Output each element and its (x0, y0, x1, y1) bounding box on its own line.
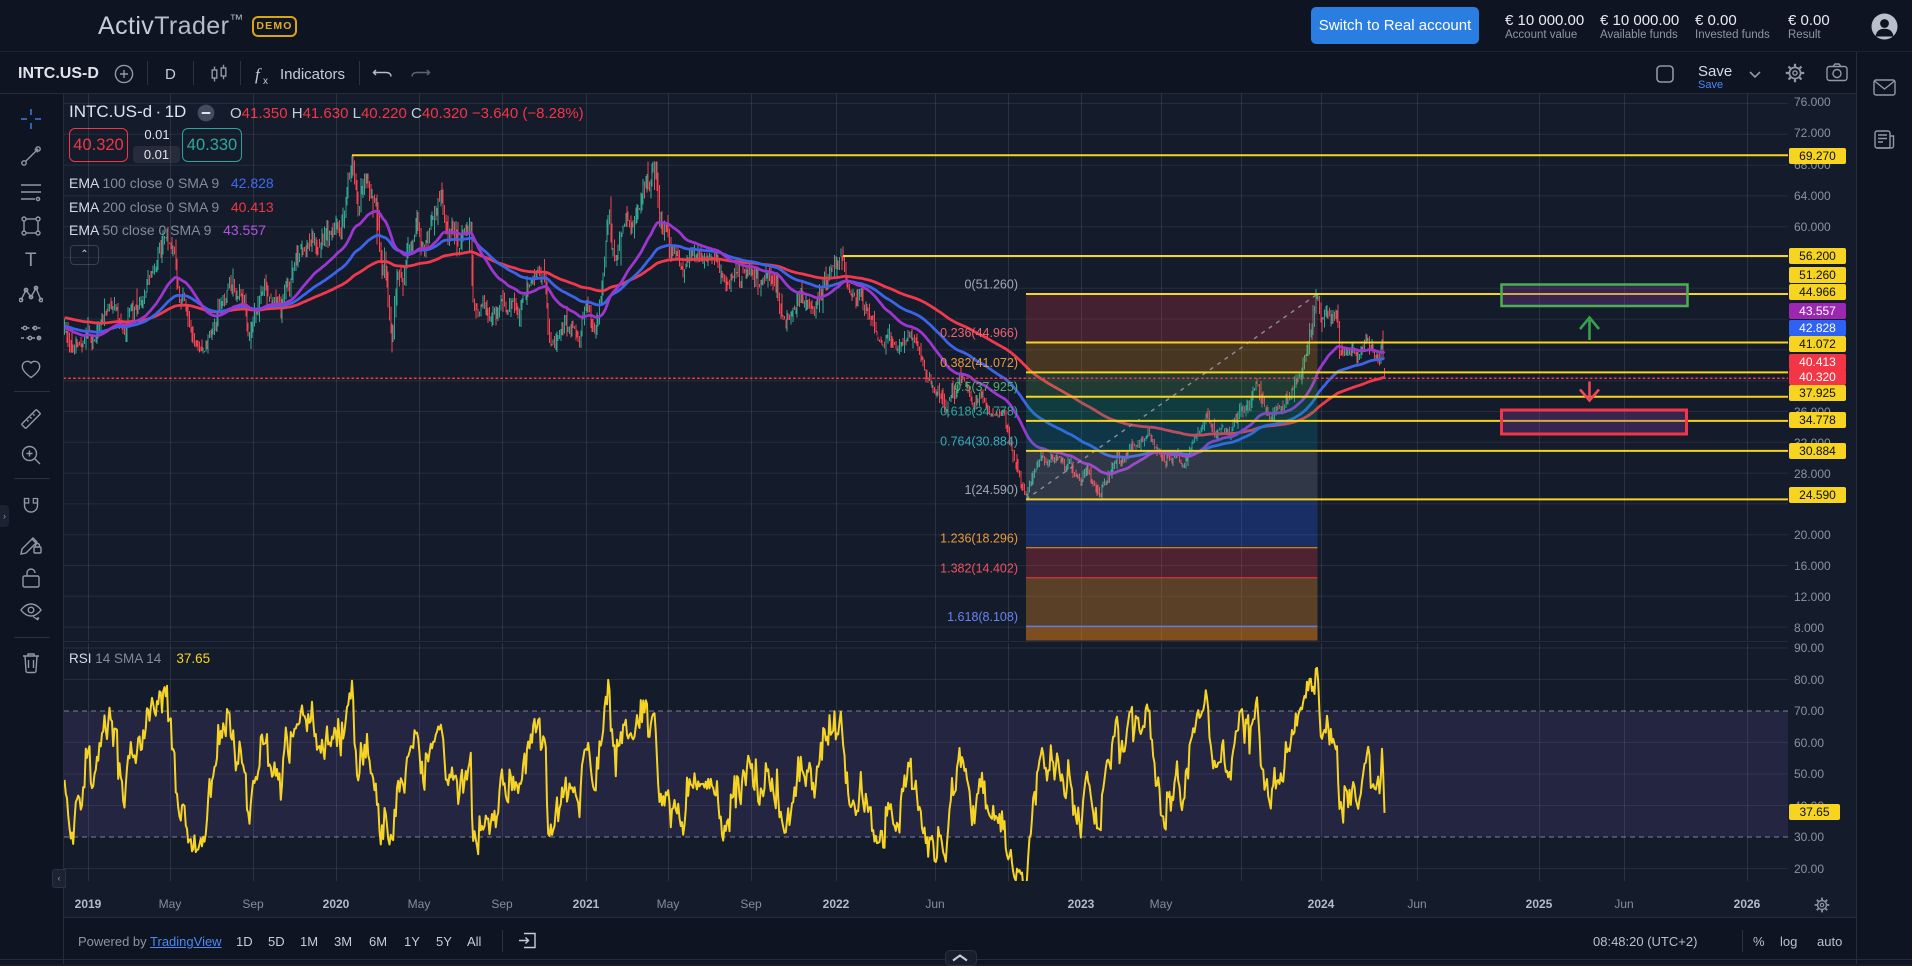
svg-text:0.764(30.884): 0.764(30.884) (940, 434, 1018, 448)
svg-text:1.236(18.296): 1.236(18.296) (940, 531, 1018, 545)
svg-text:0.236(44.966): 0.236(44.966) (940, 326, 1018, 340)
svg-text:1.382(14.402): 1.382(14.402) (940, 561, 1018, 575)
svg-text:0.618(34.778): 0.618(34.778) (940, 404, 1018, 418)
svg-text:f: f (255, 65, 262, 84)
svg-text:1.764(4.214): 1.764(4.214) (947, 640, 1018, 654)
svg-text:1.618(8.108): 1.618(8.108) (947, 610, 1018, 624)
svg-text:0(51.260): 0(51.260) (964, 278, 1018, 292)
svg-text:0.382(41.072): 0.382(41.072) (940, 356, 1018, 370)
svg-text:0.5(37.925): 0.5(37.925) (954, 380, 1018, 394)
svg-text:1(24.590): 1(24.590) (964, 483, 1018, 497)
svg-text:x: x (263, 76, 268, 86)
